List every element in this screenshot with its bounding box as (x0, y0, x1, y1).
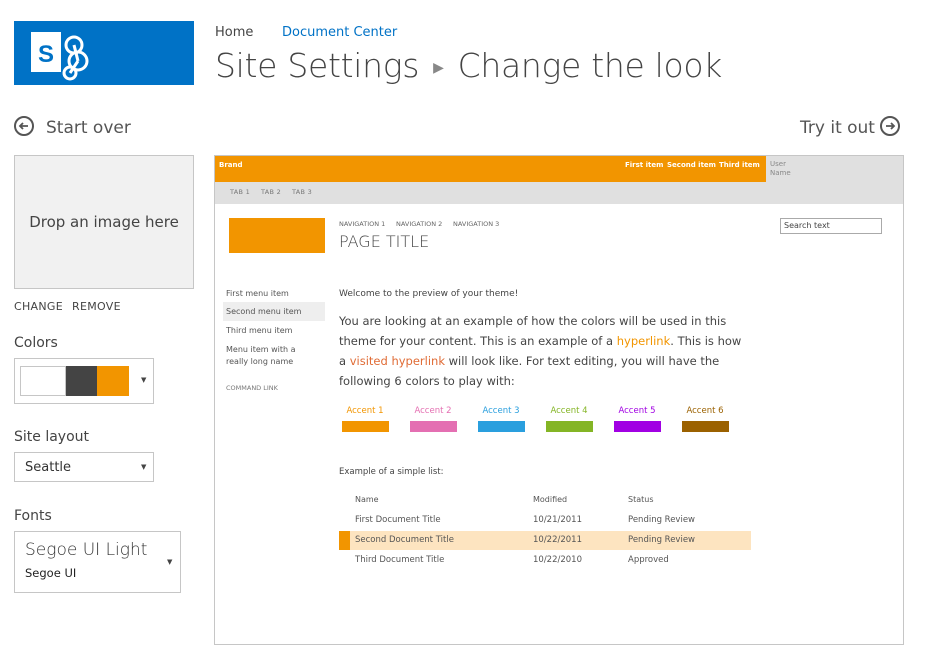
preview-suite-bar: Brand First item Second item Third item (215, 156, 766, 182)
body-font-name: Segoe UI (25, 566, 77, 580)
chevron-down-icon: ▼ (167, 558, 173, 566)
breadcrumb-home[interactable]: Home (215, 25, 253, 40)
preview-tab-3: TAB 3 (292, 188, 313, 196)
preview-user-box: User Name (766, 156, 903, 182)
preview-command-link: COMMAND LINK (226, 384, 278, 392)
fonts-dropdown[interactable]: Segoe UI Light Segoe UI ▼ (14, 531, 181, 593)
page-title: Site Settings ▶ Change the look (215, 46, 722, 85)
preview-search-box: Search text (780, 218, 882, 234)
preview-menu-item-4: Menu item with a really long name (226, 345, 296, 366)
try-it-out-link[interactable]: Try it out (800, 118, 875, 138)
site-layout-label: Site layout (14, 429, 90, 445)
preview-top-link-1: First item (625, 161, 664, 169)
preview-row-selector (339, 531, 350, 550)
preview-col-status: Status (628, 495, 654, 504)
preview-cell: 10/22/2011 (533, 535, 582, 545)
start-over-link[interactable]: Start over (46, 118, 131, 138)
remove-image-link[interactable]: REMOVE (72, 300, 121, 313)
preview-site-logo (229, 218, 325, 253)
preview-accent-label: Accent 6 (686, 406, 724, 416)
preview-table-row: Third Document Title 10/22/2010 Approved (339, 551, 751, 570)
preview-tab-1: TAB 1 (230, 188, 251, 196)
preview-accent-swatch (546, 421, 593, 432)
preview-cell: Pending Review (628, 535, 696, 545)
preview-col-modified: Modified (533, 495, 568, 504)
back-arrow-icon[interactable] (14, 116, 34, 136)
site-layout-value: Seattle (25, 460, 72, 475)
preview-menu-item-3: Third menu item (226, 326, 293, 335)
preview-welcome-text: Welcome to the preview of your theme! (339, 289, 519, 299)
preview-visited-hyperlink: visited hyperlink (349, 354, 445, 368)
chevron-down-icon: ▼ (141, 376, 147, 384)
preview-cell: Pending Review (628, 515, 696, 525)
preview-accent-swatch (682, 421, 729, 432)
preview-nav-2: NAVIGATION 2 (396, 220, 443, 228)
drop-image-text: Drop an image here (29, 213, 179, 231)
preview-accent-swatch (342, 421, 389, 432)
preview-accent-label: Accent 1 (346, 406, 384, 416)
preview-user-name: User Name (770, 160, 791, 177)
preview-brand: Brand (219, 161, 243, 169)
chevron-down-icon: ▼ (141, 463, 147, 471)
preview-cell: Approved (628, 555, 669, 565)
fonts-label: Fonts (14, 508, 52, 524)
breadcrumb-separator-icon: ▶ (433, 59, 444, 76)
svg-text:S: S (38, 41, 54, 68)
preview-tab-bar: TAB 1 TAB 2 TAB 3 (215, 182, 903, 204)
theme-preview: Brand First item Second item Third item … (214, 155, 904, 645)
preview-cell: 10/21/2011 (533, 515, 582, 525)
preview-table-row-selected: Second Document Title 10/22/2011 Pending… (339, 531, 751, 550)
breadcrumb-current[interactable]: Document Center (282, 25, 397, 40)
colors-dropdown[interactable]: ▼ (14, 358, 154, 404)
image-drop-zone[interactable]: Drop an image here (14, 155, 194, 289)
site-layout-dropdown[interactable]: Seattle ▼ (14, 452, 154, 482)
sharepoint-logo[interactable]: S (14, 21, 194, 85)
preview-nav-1: NAVIGATION 1 (339, 220, 386, 228)
preview-accent-swatch (478, 421, 525, 432)
preview-accent-swatch (410, 421, 457, 432)
preview-nav-3: NAVIGATION 3 (453, 220, 500, 228)
preview-tab-2: TAB 2 (261, 188, 282, 196)
preview-menu-item-1: First menu item (226, 289, 289, 298)
preview-accent-label: Accent 5 (618, 406, 656, 416)
preview-accent-label: Accent 4 (550, 406, 588, 416)
preview-menu-item-2-highlight: Second menu item (223, 302, 325, 321)
preview-accent-swatch (614, 421, 661, 432)
colors-label: Colors (14, 335, 58, 351)
color-swatch-1 (20, 366, 66, 396)
preview-menu-item-2: Second menu item (226, 307, 302, 316)
preview-table-row: First Document Title 10/21/2011 Pending … (339, 511, 751, 530)
color-swatch-3 (97, 366, 129, 396)
preview-top-link-3: Third item (719, 161, 760, 169)
change-image-link[interactable]: CHANGE (14, 300, 63, 313)
preview-list-title: Example of a simple list: (339, 467, 444, 477)
preview-cell: Third Document Title (355, 555, 445, 565)
preview-top-link-2: Second item (667, 161, 716, 169)
color-swatch-2 (66, 366, 97, 396)
preview-col-name: Name (355, 495, 379, 504)
preview-search-placeholder: Search text (784, 221, 830, 230)
preview-page-title: PAGE TITLE (339, 232, 430, 251)
forward-arrow-icon[interactable] (880, 116, 900, 136)
preview-accent-label: Accent 3 (482, 406, 520, 416)
preview-cell: 10/22/2010 (533, 555, 582, 565)
sharepoint-logo-icon: S (31, 32, 89, 81)
page-title-current: Change the look (457, 46, 723, 85)
preview-paragraph: You are looking at an example of how the… (339, 311, 749, 391)
preview-hyperlink: hyperlink (616, 334, 671, 348)
preview-cell: First Document Title (355, 515, 441, 525)
page-title-parent[interactable]: Site Settings (215, 46, 419, 85)
heading-font-name: Segoe UI Light (25, 540, 148, 560)
preview-cell: Second Document Title (355, 535, 454, 545)
preview-accent-label: Accent 2 (414, 406, 452, 416)
